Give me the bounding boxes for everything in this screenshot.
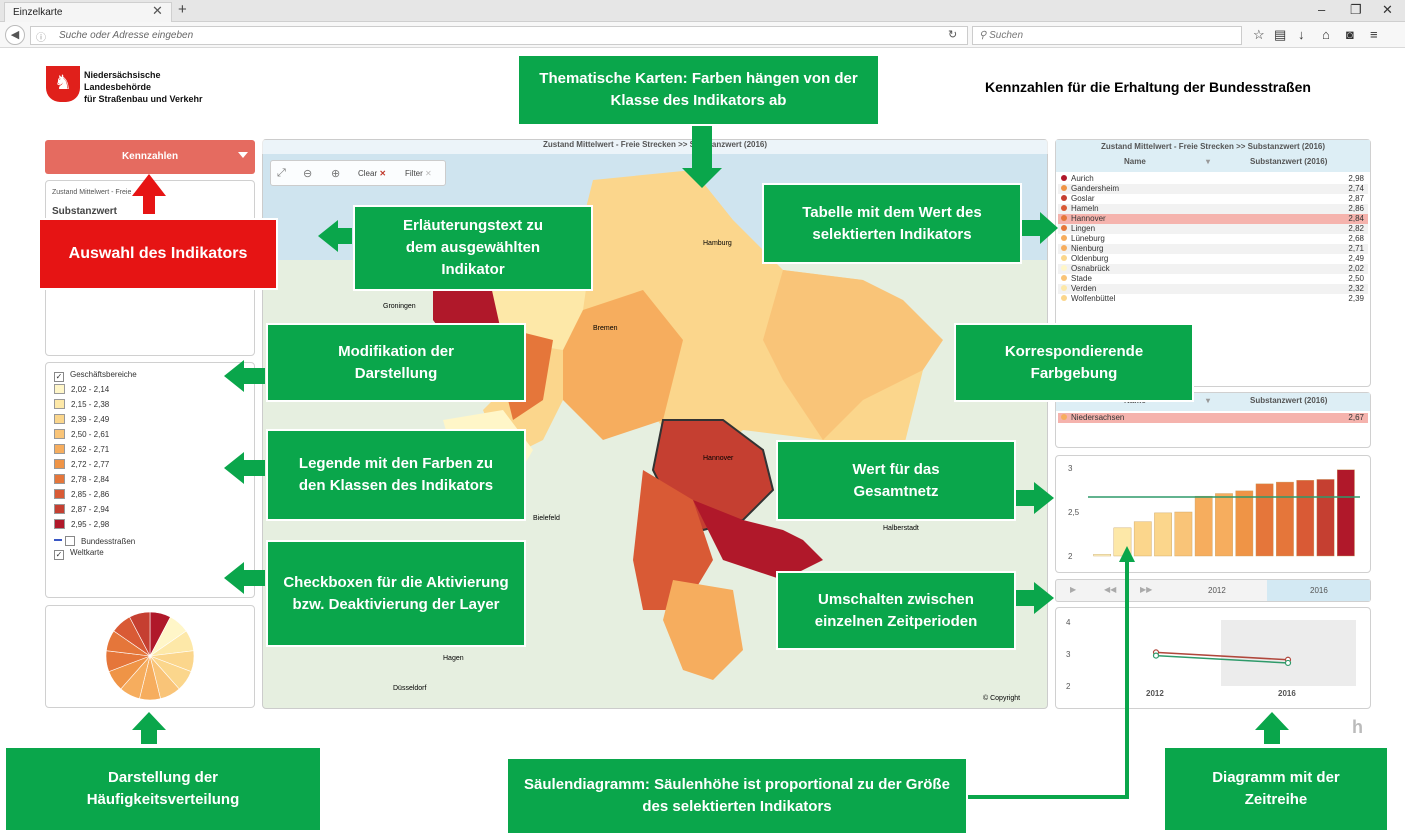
callout-checkboxen: Checkboxen für die Aktivierung bzw. Deak… (266, 540, 526, 647)
callout-saeulen: Säulendiagramm: Säulenhöhe ist proportio… (506, 757, 968, 835)
callout-zeitreihe: Diagramm mit der Zeitreihe (1163, 746, 1389, 832)
callout-auswahl: Auswahl des Indikators (38, 218, 278, 290)
arrow-umschalten (1014, 582, 1054, 614)
arrow-wert (1014, 482, 1054, 514)
callout-haeufigkeit: Darstellung der Häufigkeitsverteilung (4, 746, 322, 832)
callout-legende: Legende mit den Farben zu den Klassen de… (266, 429, 526, 521)
callout-korrespondierend: Korrespondierende Farbgebung (954, 323, 1194, 402)
arrow-erlaeuterung (318, 220, 352, 252)
arrow-checkboxen (224, 562, 265, 594)
callout-modifikation: Modifikation der Darstellung (266, 323, 526, 402)
callout-umschalten: Umschalten zwischen einzelnen Zeitperiod… (776, 571, 1016, 650)
callout-wert: Wert für das Gesamtnetz (776, 440, 1016, 521)
arrow-tabelle (1022, 212, 1058, 244)
arrow-auswahl (132, 174, 166, 214)
callout-tabelle: Tabelle mit dem Wert des selektierten In… (762, 183, 1022, 264)
arrow-zeitreihe (1255, 712, 1289, 744)
callout-erlaeuterung: Erläuterungstext zu dem ausgewählten Ind… (353, 205, 593, 291)
arrow-thematic (682, 124, 722, 188)
arrowhead-saeulen (1119, 546, 1135, 562)
arrow-haeufigkeit (132, 712, 166, 744)
arrow-legende (224, 452, 265, 484)
arrow-modifikation (224, 360, 265, 392)
callout-thematic: Thematische Karten: Farben hängen von de… (517, 54, 880, 126)
